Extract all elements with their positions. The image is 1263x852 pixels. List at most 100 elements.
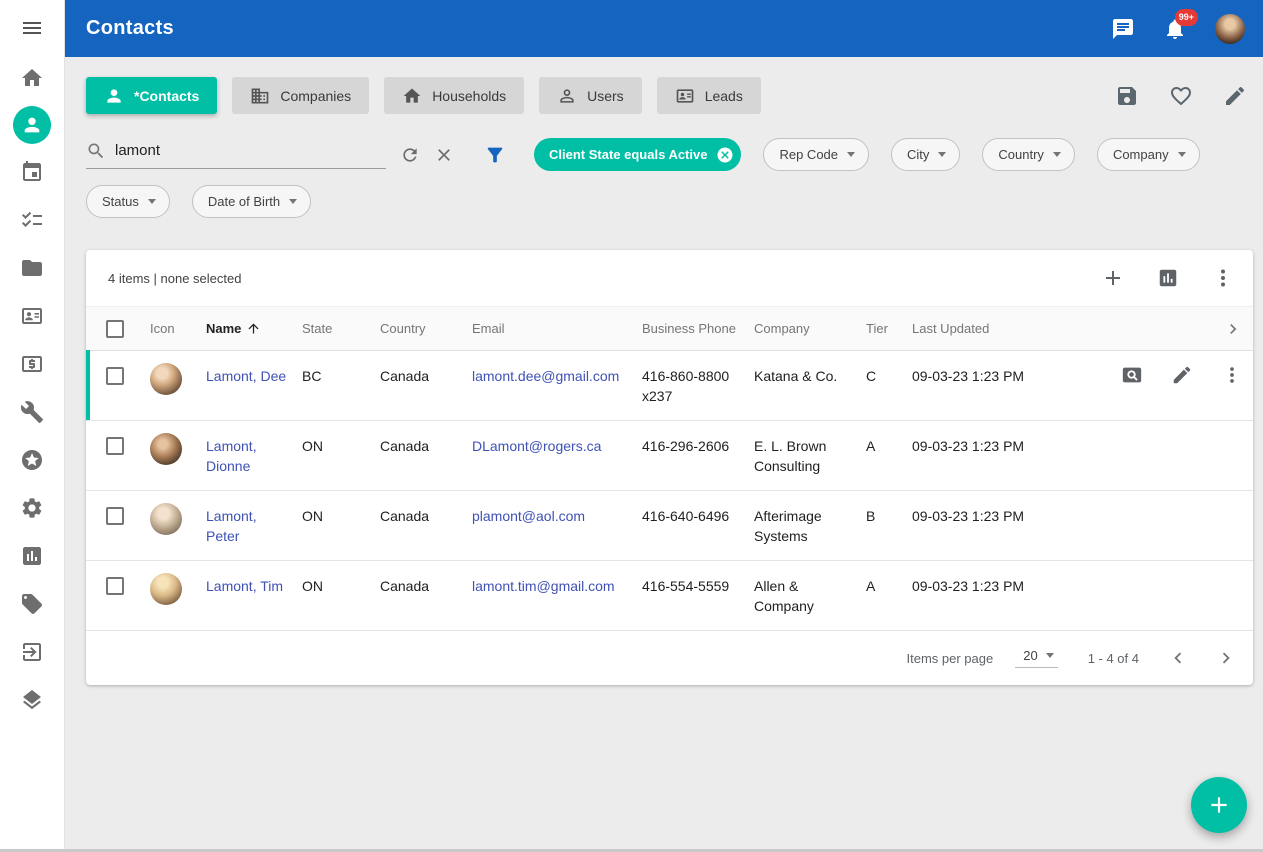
select-all-checkbox[interactable] [106, 320, 124, 338]
column-header-country[interactable]: Country [380, 321, 472, 336]
page-size-value: 20 [1023, 648, 1037, 663]
company-cell: E. L. Brown Consulting [754, 421, 866, 490]
tab-label: Companies [280, 88, 351, 104]
main-area: Contacts 99+ *Contacts [64, 0, 1263, 849]
refresh-button[interactable] [400, 145, 420, 165]
tab-users[interactable]: Users [539, 77, 642, 114]
sidebar-item-tags[interactable] [12, 584, 52, 624]
sidebar-item-settings[interactable] [12, 488, 52, 528]
tier-cell: B [866, 491, 912, 540]
next-page-button[interactable] [1215, 647, 1237, 669]
notifications-button[interactable]: 99+ [1163, 17, 1187, 41]
filter-chip-country[interactable]: Country [982, 138, 1075, 171]
add-column-button[interactable] [1101, 266, 1125, 290]
sidebar-item-home[interactable] [12, 58, 52, 98]
pagination-bar: Items per page 20 1 - 4 of 4 [86, 631, 1253, 685]
more-vert-icon [1211, 266, 1235, 290]
bar-chart-icon [1157, 267, 1179, 289]
row-checkbox[interactable] [106, 437, 124, 455]
column-header-tier[interactable]: Tier [866, 321, 912, 336]
filter-button[interactable] [484, 144, 506, 166]
add-contact-fab[interactable] [1191, 777, 1247, 833]
company-cell: Afterimage Systems [754, 491, 866, 560]
home-icon [402, 86, 422, 106]
row-checkbox[interactable] [106, 577, 124, 595]
sidebar-item-reports[interactable] [12, 536, 52, 576]
filter-chip-city[interactable]: City [891, 138, 960, 171]
tab-companies[interactable]: Companies [232, 77, 369, 114]
hamburger-icon [20, 16, 44, 40]
chart-view-button[interactable] [1157, 267, 1179, 289]
contact-name-link[interactable]: Lamont, Dionne [206, 421, 302, 490]
preview-button[interactable] [1121, 364, 1143, 386]
sidebar-item-favorites[interactable] [12, 440, 52, 480]
column-header-name[interactable]: Name [206, 321, 302, 336]
edit-view-button[interactable] [1223, 84, 1247, 108]
table-row[interactable]: Lamont, Peter ON Canada plamont@aol.com … [86, 491, 1253, 561]
home-icon [20, 66, 44, 90]
filter-chip-rep-code[interactable]: Rep Code [763, 138, 869, 171]
favorite-view-button[interactable] [1169, 84, 1193, 108]
contact-name-link[interactable]: Lamont, Peter [206, 491, 302, 560]
column-header-phone[interactable]: Business Phone [642, 321, 754, 336]
tab-leads[interactable]: Leads [657, 77, 761, 114]
checklist-icon [20, 208, 44, 232]
page-size-select[interactable]: 20 [1015, 648, 1057, 668]
email-link[interactable]: lamont.tim@gmail.com [472, 561, 642, 610]
edit-row-button[interactable] [1171, 364, 1193, 386]
sidebar-item-contacts[interactable] [13, 106, 51, 144]
column-header-updated[interactable]: Last Updated [912, 321, 1064, 336]
tab-label: Households [432, 88, 506, 104]
table-row[interactable]: Lamont, Dee BC Canada lamont.dee@gmail.c… [86, 351, 1253, 421]
selection-summary: 4 items | none selected [108, 271, 241, 286]
active-filter-chip[interactable]: Client State equals Active [534, 138, 741, 171]
row-checkbox[interactable] [106, 367, 124, 385]
tab-label: Users [587, 88, 624, 104]
tab-contacts[interactable]: *Contacts [86, 77, 217, 114]
table-row[interactable]: Lamont, Tim ON Canada lamont.tim@gmail.c… [86, 561, 1253, 631]
save-view-button[interactable] [1115, 84, 1139, 108]
filter-chip-status[interactable]: Status [86, 185, 170, 218]
dollar-icon [20, 352, 44, 376]
table-row[interactable]: Lamont, Dionne ON Canada DLamont@rogers.… [86, 421, 1253, 491]
contact-card-icon [675, 86, 695, 106]
email-link[interactable]: plamont@aol.com [472, 491, 642, 540]
chat-button[interactable] [1111, 17, 1135, 41]
chevron-down-icon [1053, 152, 1061, 157]
tag-icon [20, 592, 44, 616]
search-input[interactable] [115, 142, 386, 159]
sidebar-item-documents[interactable] [12, 248, 52, 288]
previous-page-button[interactable] [1167, 647, 1189, 669]
appbar-actions: 99+ [1111, 14, 1245, 44]
state-cell: ON [302, 491, 380, 540]
sidebar-item-sign-out[interactable] [12, 632, 52, 672]
user-avatar[interactable] [1215, 14, 1245, 44]
sidebar-item-leads[interactable] [12, 296, 52, 336]
sidebar-item-layers[interactable] [12, 680, 52, 720]
building-icon [250, 86, 270, 106]
column-header-state[interactable]: State [302, 321, 380, 336]
filter-chip-company[interactable]: Company [1097, 138, 1200, 171]
contact-name-link[interactable]: Lamont, Tim [206, 561, 302, 610]
remove-filter-icon[interactable] [716, 146, 734, 164]
table-header: Icon Name State Country Email Business P… [86, 306, 1253, 351]
column-header-company[interactable]: Company [754, 321, 866, 336]
row-more-button[interactable] [1221, 364, 1243, 386]
sidebar-item-calendar[interactable] [12, 152, 52, 192]
contact-name-link[interactable]: Lamont, Dee [206, 351, 302, 400]
sidebar-item-tools[interactable] [12, 392, 52, 432]
clear-search-button[interactable] [434, 145, 454, 165]
email-link[interactable]: DLamont@rogers.ca [472, 421, 642, 470]
email-link[interactable]: lamont.dee@gmail.com [472, 351, 642, 400]
sidebar-item-billing[interactable] [12, 344, 52, 384]
scroll-columns-right-button[interactable] [1223, 319, 1243, 339]
row-checkbox[interactable] [106, 507, 124, 525]
filter-chip-date-of-birth[interactable]: Date of Birth [192, 185, 311, 218]
sidebar-item-tasks[interactable] [12, 200, 52, 240]
list-more-button[interactable] [1211, 266, 1235, 290]
menu-button[interactable] [12, 8, 52, 48]
tab-households[interactable]: Households [384, 77, 524, 114]
list-toolbar-actions [1101, 266, 1235, 290]
column-header-email[interactable]: Email [472, 321, 642, 336]
column-header-icon[interactable]: Icon [150, 321, 206, 336]
